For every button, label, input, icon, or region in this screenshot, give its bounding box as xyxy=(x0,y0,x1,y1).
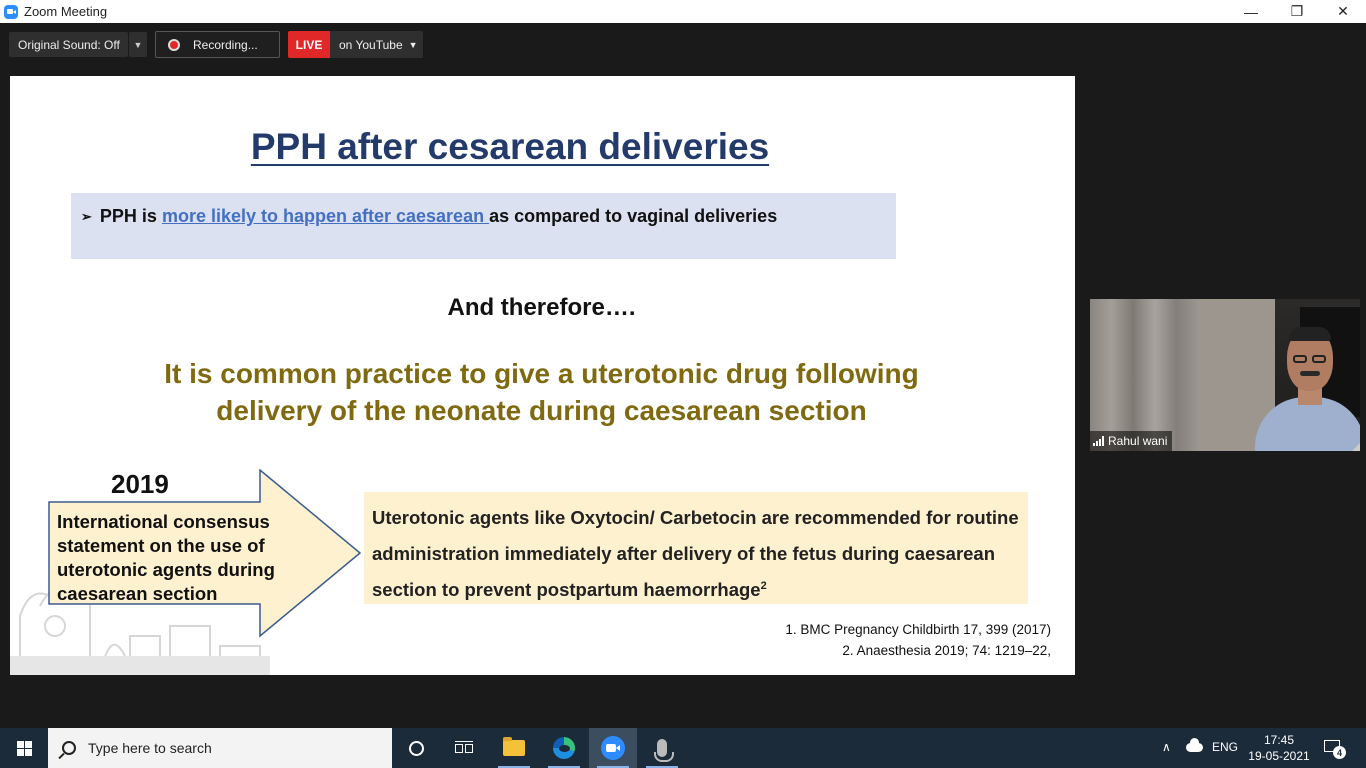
clock-date: 19-05-2021 xyxy=(1248,749,1310,763)
caret-down-icon: ▼ xyxy=(408,39,418,50)
common-practice-statement: It is common practice to give a uteroton… xyxy=(10,355,1073,429)
voice-recorder-button[interactable] xyxy=(638,728,686,768)
microphone-icon xyxy=(654,739,674,762)
window-title-bar: Zoom Meeting — ❐ ✕ xyxy=(0,0,1366,23)
recommendation-superscript: 2 xyxy=(760,580,767,592)
bullet-link: more likely to happen after caesarean xyxy=(161,206,490,226)
original-sound-button[interactable]: Original Sound: Off xyxy=(9,32,128,57)
action-center-button[interactable]: 4 xyxy=(1322,738,1346,759)
shared-slide: PPH after cesarean deliveries ➢ PPH is mo… xyxy=(10,76,1075,675)
zoom-taskbar-button[interactable] xyxy=(589,728,637,768)
recommendation-text: Uterotonic agents like Oxytocin/ Carbeto… xyxy=(372,500,1022,611)
edge-browser-icon xyxy=(553,737,575,759)
close-button[interactable]: ✕ xyxy=(1320,0,1366,23)
recommendation-body: Uterotonic agents like Oxytocin/ Carbeto… xyxy=(372,507,1019,600)
windows-taskbar: Type here to search ∧ ENG 17:45 19-05-20… xyxy=(0,728,1366,768)
record-icon xyxy=(168,38,180,51)
folder-icon xyxy=(503,737,525,756)
bullet-box: ➢ PPH is more likely to happen after caes… xyxy=(71,193,896,259)
participant-video-tile[interactable]: Rahul wani xyxy=(1090,299,1360,451)
bullet-prefix: PPH is xyxy=(99,206,162,226)
participant-name-label: Rahul wani xyxy=(1090,431,1173,451)
arrow-bullet-icon: ➢ xyxy=(81,209,92,224)
minimize-button[interactable]: — xyxy=(1228,0,1274,23)
search-icon xyxy=(62,741,76,755)
input-language[interactable]: ENG xyxy=(1212,740,1238,754)
stream-target-label: on YouTube xyxy=(339,37,403,52)
slide-title: PPH after cesarean deliveries xyxy=(250,126,770,167)
onedrive-cloud-icon[interactable] xyxy=(1186,738,1203,752)
taskbar-search-box[interactable]: Type here to search xyxy=(48,728,392,768)
recording-indicator[interactable]: Recording... xyxy=(155,31,280,58)
start-button[interactable] xyxy=(0,728,48,768)
recording-label: Recording... xyxy=(193,37,258,52)
reference-2: 2. Anaesthesia 2019; 74: 1219–22, xyxy=(842,643,1051,658)
participant-glasses-left xyxy=(1293,355,1307,363)
consensus-statement: International consensus statement on the… xyxy=(57,511,275,604)
reference-1: 1. BMC Pregnancy Childbirth 17, 399 (201… xyxy=(785,622,1051,637)
video-background-curtain xyxy=(1090,299,1198,451)
caret-down-icon: ▼ xyxy=(133,39,143,50)
window-title: Zoom Meeting xyxy=(24,4,108,19)
show-hidden-icons-button[interactable]: ∧ xyxy=(1162,740,1171,754)
live-badge: LIVE xyxy=(288,31,330,58)
therefore-heading: And therefore…. xyxy=(447,294,636,321)
meeting-toolbar: Original Sound: Off ▼ Recording... LIVE … xyxy=(0,23,1366,63)
signal-strength-icon xyxy=(1093,436,1104,446)
task-view-button[interactable] xyxy=(440,728,488,768)
common-line-2: delivery of the neonate during caesarean… xyxy=(216,395,867,426)
participant-name: Rahul wani xyxy=(1108,434,1168,448)
cortana-button[interactable] xyxy=(392,728,440,768)
search-placeholder: Type here to search xyxy=(88,740,212,756)
restore-button[interactable]: ❐ xyxy=(1274,0,1320,23)
window-controls: — ❐ ✕ xyxy=(1228,0,1366,23)
bullet-text: ➢ PPH is more likely to happen after caes… xyxy=(81,206,777,227)
edge-button[interactable] xyxy=(540,728,588,768)
clock-time: 17:45 xyxy=(1263,733,1295,747)
participant-hair xyxy=(1289,327,1331,341)
notification-count: 4 xyxy=(1333,746,1346,759)
common-line-1: It is common practice to give a uteroton… xyxy=(164,358,919,389)
bullet-suffix: as compared to vaginal deliveries xyxy=(489,206,778,226)
recommendation-box: Uterotonic agents like Oxytocin/ Carbeto… xyxy=(364,492,1028,604)
references: 1. BMC Pregnancy Childbirth 17, 399 (201… xyxy=(785,619,1051,661)
original-sound-dropdown[interactable]: ▼ xyxy=(129,32,147,57)
zoom-icon xyxy=(601,736,625,760)
system-clock[interactable]: 17:45 19-05-2021 xyxy=(1244,732,1314,764)
resize-corner-icon[interactable] xyxy=(1352,443,1360,451)
task-view-icon xyxy=(455,741,473,755)
cortana-icon xyxy=(408,740,424,756)
live-stream-dropdown[interactable]: on YouTube ▼ xyxy=(330,31,423,58)
participant-glasses-right xyxy=(1312,355,1326,363)
participant-moustache xyxy=(1300,371,1320,376)
file-explorer-button[interactable] xyxy=(490,728,538,768)
zoom-app-icon xyxy=(4,4,18,19)
windows-logo-icon xyxy=(16,740,32,756)
